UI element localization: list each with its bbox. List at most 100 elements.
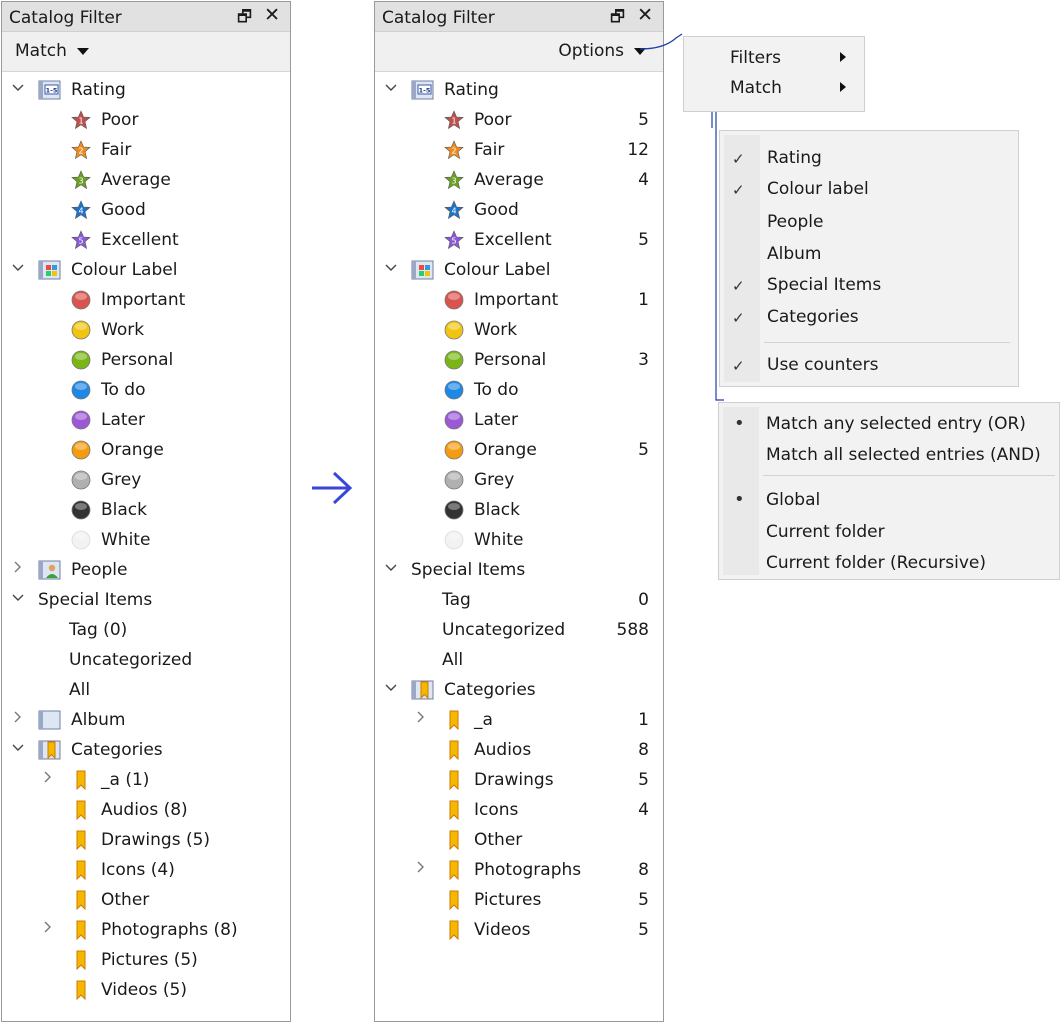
tree-item[interactable]: 2 Fair xyxy=(2,135,290,165)
tree-item[interactable]: _a (1) xyxy=(2,765,290,795)
tree-item[interactable]: All xyxy=(2,675,290,705)
tree-item[interactable]: 2 Fair 12 xyxy=(375,135,663,165)
tree-item-label: Other xyxy=(101,890,150,910)
menu-item-filters[interactable]: Filters xyxy=(730,48,781,68)
tree-item[interactable]: Orange 5 xyxy=(375,435,663,465)
tree-item[interactable]: 3 Average xyxy=(2,165,290,195)
menu-item-use-counters[interactable]: Use counters xyxy=(767,355,878,375)
tree-item-label: White xyxy=(474,530,524,550)
chevron-down-icon[interactable] xyxy=(12,255,24,285)
chevron-down-icon[interactable] xyxy=(385,555,397,585)
tree-item[interactable]: 1 Poor xyxy=(2,105,290,135)
chevron-right-icon[interactable] xyxy=(42,765,54,795)
menu-item-current-folder-recursive[interactable]: Current folder (Recursive) xyxy=(766,553,986,573)
chevron-down-icon[interactable] xyxy=(12,585,24,615)
tree-group-categories[interactable]: Categories xyxy=(375,675,663,705)
chevron-down-icon[interactable] xyxy=(12,735,24,765)
tree-item[interactable]: Later xyxy=(2,405,290,435)
tree-item[interactable]: Important xyxy=(2,285,290,315)
tree-group-rating[interactable]: 1-5 Rating xyxy=(2,75,290,105)
tree-item[interactable]: 4 Good xyxy=(375,195,663,225)
tree-group-rating[interactable]: 1-5 Rating xyxy=(375,75,663,105)
match-dropdown-button[interactable]: Match xyxy=(15,41,89,61)
chevron-down-icon[interactable] xyxy=(385,675,397,705)
menu-item-colour-label[interactable]: Colour label xyxy=(767,179,869,199)
tree-item[interactable]: Grey xyxy=(375,465,663,495)
menu-item-global[interactable]: Global xyxy=(766,490,820,510)
tree-item[interactable]: Work xyxy=(375,315,663,345)
menu-item-rating[interactable]: Rating xyxy=(767,148,822,168)
menu-item-match-all-selected-entries-and[interactable]: Match all selected entries (AND) xyxy=(766,445,1041,465)
tree-item[interactable]: Icons (4) xyxy=(2,855,290,885)
chevron-right-icon[interactable] xyxy=(415,855,427,885)
menu-item-current-folder[interactable]: Current folder xyxy=(766,522,885,542)
menu-item-match[interactable]: Match xyxy=(730,78,782,98)
tree-group-special-items[interactable]: Special Items xyxy=(375,555,663,585)
tree-item-label: Fair xyxy=(101,140,132,160)
tree-item[interactable]: Later xyxy=(375,405,663,435)
tree-item[interactable]: Personal xyxy=(2,345,290,375)
tree-item[interactable]: Icons 4 xyxy=(375,795,663,825)
tree-item[interactable]: _a 1 xyxy=(375,705,663,735)
tree-item[interactable]: Black xyxy=(2,495,290,525)
tree-item[interactable]: Personal 3 xyxy=(375,345,663,375)
tree-item[interactable]: Drawings 5 xyxy=(375,765,663,795)
chevron-right-icon[interactable] xyxy=(42,915,54,945)
restore-icon[interactable]: 🗗 xyxy=(610,6,625,33)
options-dropdown-button[interactable]: Options xyxy=(558,41,646,61)
tree-group-people[interactable]: People xyxy=(2,555,290,585)
tree-item[interactable]: Other xyxy=(2,885,290,915)
tree-item[interactable]: 5 Excellent 5 xyxy=(375,225,663,255)
tree-item[interactable]: 3 Average 4 xyxy=(375,165,663,195)
tree-item[interactable]: Audios 8 xyxy=(375,735,663,765)
bookmark-icon xyxy=(71,800,91,821)
chevron-down-icon[interactable] xyxy=(385,75,397,105)
menu-item-special-items[interactable]: Special Items xyxy=(767,275,881,295)
menu-item-people[interactable]: People xyxy=(767,212,823,232)
tree-item[interactable]: White xyxy=(2,525,290,555)
tree-item[interactable]: Drawings (5) xyxy=(2,825,290,855)
tree-item[interactable]: Videos 5 xyxy=(375,915,663,945)
tree-item[interactable]: To do xyxy=(2,375,290,405)
tree-item[interactable]: Audios (8) xyxy=(2,795,290,825)
tree-item[interactable]: 4 Good xyxy=(2,195,290,225)
tree-group-categories[interactable]: Categories xyxy=(2,735,290,765)
tree-item[interactable]: Pictures (5) xyxy=(2,945,290,975)
close-icon[interactable]: ✕ xyxy=(637,4,653,26)
tree-group-special-items[interactable]: Special Items xyxy=(2,585,290,615)
tree-item[interactable]: Work xyxy=(2,315,290,345)
tree-item[interactable]: Black xyxy=(375,495,663,525)
tree-group-album[interactable]: Album xyxy=(2,705,290,735)
tree-item[interactable]: To do xyxy=(375,375,663,405)
tree-item[interactable]: Photographs 8 xyxy=(375,855,663,885)
tree-item[interactable]: Photographs (8) xyxy=(2,915,290,945)
tree-item[interactable]: Orange xyxy=(2,435,290,465)
menu-item-album[interactable]: Album xyxy=(767,244,821,264)
tree-item[interactable]: Uncategorized xyxy=(2,645,290,675)
tree-item[interactable]: Pictures 5 xyxy=(375,885,663,915)
bookmark-icon xyxy=(444,920,464,941)
tree-item[interactable]: 1 Poor 5 xyxy=(375,105,663,135)
tree-item[interactable]: White xyxy=(375,525,663,555)
tree-item[interactable]: Tag (0) xyxy=(2,615,290,645)
restore-icon[interactable]: 🗗 xyxy=(237,6,252,33)
tree-item[interactable]: Other xyxy=(375,825,663,855)
menu-item-match-any-selected-entry-or[interactable]: Match any selected entry (OR) xyxy=(766,414,1026,434)
chevron-down-icon[interactable] xyxy=(12,75,24,105)
menu-item-categories[interactable]: Categories xyxy=(767,307,859,327)
tree-item[interactable]: Grey xyxy=(2,465,290,495)
tree-item[interactable]: Tag 0 xyxy=(375,585,663,615)
svg-text:1-5: 1-5 xyxy=(46,87,58,95)
chevron-right-icon[interactable] xyxy=(415,705,427,735)
chevron-down-icon[interactable] xyxy=(385,255,397,285)
tree-item[interactable]: All xyxy=(375,645,663,675)
tree-item[interactable]: 5 Excellent xyxy=(2,225,290,255)
tree-item[interactable]: Important 1 xyxy=(375,285,663,315)
tree-group-colour-label[interactable]: Colour Label xyxy=(375,255,663,285)
tree-item[interactable]: Videos (5) xyxy=(2,975,290,1005)
chevron-right-icon[interactable] xyxy=(12,555,24,585)
tree-item[interactable]: Uncategorized 588 xyxy=(375,615,663,645)
tree-group-colour-label[interactable]: Colour Label xyxy=(2,255,290,285)
close-icon[interactable]: ✕ xyxy=(264,4,280,26)
chevron-right-icon[interactable] xyxy=(12,705,24,735)
